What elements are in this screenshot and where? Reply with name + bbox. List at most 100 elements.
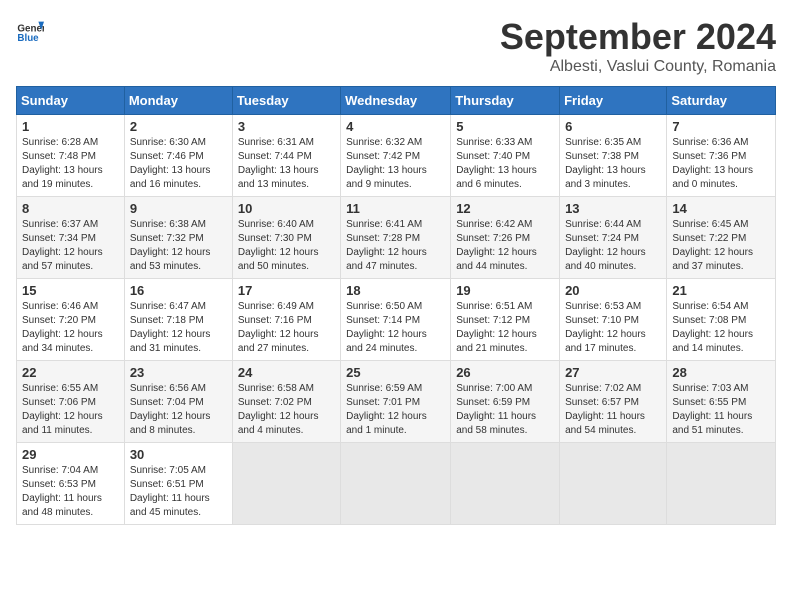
calendar-day-cell: 11 Sunrise: 6:41 AMSunset: 7:28 PMDayligh… — [341, 197, 451, 279]
day-number: 24 — [238, 365, 335, 380]
day-number: 22 — [22, 365, 119, 380]
calendar-week-row: 8 Sunrise: 6:37 AMSunset: 7:34 PMDaylight… — [17, 197, 776, 279]
day-number: 19 — [456, 283, 554, 298]
day-number: 16 — [130, 283, 227, 298]
day-number: 21 — [672, 283, 770, 298]
day-number: 15 — [22, 283, 119, 298]
day-number: 7 — [672, 119, 770, 134]
day-info: Sunrise: 6:41 AMSunset: 7:28 PMDaylight:… — [346, 218, 445, 274]
calendar-day-cell: 24Sunrise: 6:58 AMSunset: 7:02 PMDayligh… — [232, 361, 340, 443]
day-number: 12 — [456, 201, 554, 216]
calendar-day-cell — [341, 443, 451, 525]
calendar-header-row: SundayMondayTuesdayWednesdayThursdayFrid… — [17, 87, 776, 115]
day-number: 5 — [456, 119, 554, 134]
day-number: 18 — [346, 283, 445, 298]
day-number: 10 — [238, 201, 335, 216]
day-info: Sunrise: 7:04 AMSunset: 6:53 PMDaylight:… — [22, 464, 119, 520]
calendar-day-cell — [560, 443, 667, 525]
day-number: 30 — [130, 447, 227, 462]
calendar-day-cell: 22Sunrise: 6:55 AMSunset: 7:06 PMDayligh… — [17, 361, 125, 443]
day-info: Sunrise: 6:28 AMSunset: 7:48 PMDaylight:… — [22, 136, 119, 192]
day-info: Sunrise: 6:56 AMSunset: 7:04 PMDaylight:… — [130, 382, 227, 438]
day-info: Sunrise: 7:03 AMSunset: 6:55 PMDaylight:… — [672, 382, 770, 438]
day-info: Sunrise: 6:49 AMSunset: 7:16 PMDaylight:… — [238, 300, 335, 356]
day-number: 23 — [130, 365, 227, 380]
logo: General Blue — [16, 16, 44, 44]
calendar-day-cell: 6 Sunrise: 6:35 AMSunset: 7:38 PMDaylight… — [560, 115, 667, 197]
day-info: Sunrise: 6:30 AMSunset: 7:46 PMDaylight:… — [130, 136, 227, 192]
calendar-day-cell: 23 Sunrise: 6:56 AMSunset: 7:04 PMDayligh… — [124, 361, 232, 443]
day-info: Sunrise: 6:46 AMSunset: 7:20 PMDaylight:… — [22, 300, 119, 356]
calendar-day-cell: 5 Sunrise: 6:33 AMSunset: 7:40 PMDaylight… — [451, 115, 560, 197]
calendar-week-row: 22Sunrise: 6:55 AMSunset: 7:06 PMDayligh… — [17, 361, 776, 443]
day-info: Sunrise: 6:38 AMSunset: 7:32 PMDaylight:… — [130, 218, 227, 274]
day-info: Sunrise: 6:36 AMSunset: 7:36 PMDaylight:… — [672, 136, 770, 192]
calendar-header-sunday: Sunday — [17, 87, 125, 115]
calendar-week-row: 1Sunrise: 6:28 AMSunset: 7:48 PMDaylight… — [17, 115, 776, 197]
calendar-header-tuesday: Tuesday — [232, 87, 340, 115]
logo-icon: General Blue — [16, 16, 44, 44]
calendar-day-cell: 7 Sunrise: 6:36 AMSunset: 7:36 PMDaylight… — [667, 115, 776, 197]
day-info: Sunrise: 6:45 AMSunset: 7:22 PMDaylight:… — [672, 218, 770, 274]
page-subtitle: Albesti, Vaslui County, Romania — [500, 58, 776, 76]
day-info: Sunrise: 6:32 AMSunset: 7:42 PMDaylight:… — [346, 136, 445, 192]
day-info: Sunrise: 6:40 AMSunset: 7:30 PMDaylight:… — [238, 218, 335, 274]
calendar-day-cell: 29 Sunrise: 7:04 AMSunset: 6:53 PMDayligh… — [17, 443, 125, 525]
day-info: Sunrise: 6:50 AMSunset: 7:14 PMDaylight:… — [346, 300, 445, 356]
day-info: Sunrise: 7:02 AMSunset: 6:57 PMDaylight:… — [565, 382, 661, 438]
day-info: Sunrise: 6:37 AMSunset: 7:34 PMDaylight:… — [22, 218, 119, 274]
calendar-week-row: 15 Sunrise: 6:46 AMSunset: 7:20 PMDayligh… — [17, 279, 776, 361]
calendar-day-cell — [451, 443, 560, 525]
calendar-day-cell: 1Sunrise: 6:28 AMSunset: 7:48 PMDaylight… — [17, 115, 125, 197]
calendar-day-cell: 19 Sunrise: 6:51 AMSunset: 7:12 PMDayligh… — [451, 279, 560, 361]
title-block: September 2024 Albesti, Vaslui County, R… — [500, 16, 776, 76]
calendar-day-cell: 27 Sunrise: 7:02 AMSunset: 6:57 PMDayligh… — [560, 361, 667, 443]
day-info: Sunrise: 6:47 AMSunset: 7:18 PMDaylight:… — [130, 300, 227, 356]
calendar-day-cell: 18 Sunrise: 6:50 AMSunset: 7:14 PMDayligh… — [341, 279, 451, 361]
calendar-day-cell — [232, 443, 340, 525]
day-info: Sunrise: 6:35 AMSunset: 7:38 PMDaylight:… — [565, 136, 661, 192]
calendar-day-cell: 10 Sunrise: 6:40 AMSunset: 7:30 PMDayligh… — [232, 197, 340, 279]
calendar-day-cell: 16 Sunrise: 6:47 AMSunset: 7:18 PMDayligh… — [124, 279, 232, 361]
calendar-day-cell: 25 Sunrise: 6:59 AMSunset: 7:01 PMDayligh… — [341, 361, 451, 443]
calendar-header-saturday: Saturday — [667, 87, 776, 115]
day-info: Sunrise: 6:51 AMSunset: 7:12 PMDaylight:… — [456, 300, 554, 356]
day-number: 13 — [565, 201, 661, 216]
day-number: 8 — [22, 201, 119, 216]
day-number: 14 — [672, 201, 770, 216]
day-number: 29 — [22, 447, 119, 462]
day-info: Sunrise: 6:44 AMSunset: 7:24 PMDaylight:… — [565, 218, 661, 274]
calendar-day-cell: 3Sunrise: 6:31 AMSunset: 7:44 PMDaylight… — [232, 115, 340, 197]
calendar-day-cell: 26 Sunrise: 7:00 AMSunset: 6:59 PMDayligh… — [451, 361, 560, 443]
day-number: 6 — [565, 119, 661, 134]
day-number: 25 — [346, 365, 445, 380]
calendar-day-cell: 15 Sunrise: 6:46 AMSunset: 7:20 PMDayligh… — [17, 279, 125, 361]
calendar-week-row: 29 Sunrise: 7:04 AMSunset: 6:53 PMDayligh… — [17, 443, 776, 525]
day-number: 28 — [672, 365, 770, 380]
day-number: 26 — [456, 365, 554, 380]
day-number: 2 — [130, 119, 227, 134]
day-info: Sunrise: 6:33 AMSunset: 7:40 PMDaylight:… — [456, 136, 554, 192]
calendar-header-friday: Friday — [560, 87, 667, 115]
calendar-table: SundayMondayTuesdayWednesdayThursdayFrid… — [16, 86, 776, 525]
day-number: 17 — [238, 283, 335, 298]
calendar-day-cell: 28 Sunrise: 7:03 AMSunset: 6:55 PMDayligh… — [667, 361, 776, 443]
calendar-day-cell: 12 Sunrise: 6:42 AMSunset: 7:26 PMDayligh… — [451, 197, 560, 279]
calendar-day-cell: 2 Sunrise: 6:30 AMSunset: 7:46 PMDaylight… — [124, 115, 232, 197]
day-info: Sunrise: 6:42 AMSunset: 7:26 PMDaylight:… — [456, 218, 554, 274]
day-info: Sunrise: 6:59 AMSunset: 7:01 PMDaylight:… — [346, 382, 445, 438]
svg-text:Blue: Blue — [17, 33, 39, 44]
calendar-day-cell: 8 Sunrise: 6:37 AMSunset: 7:34 PMDaylight… — [17, 197, 125, 279]
day-number: 27 — [565, 365, 661, 380]
calendar-header-wednesday: Wednesday — [341, 87, 451, 115]
page-header: General Blue September 2024 Albesti, Vas… — [16, 16, 776, 76]
day-number: 9 — [130, 201, 227, 216]
calendar-header-thursday: Thursday — [451, 87, 560, 115]
day-info: Sunrise: 6:54 AMSunset: 7:08 PMDaylight:… — [672, 300, 770, 356]
day-info: Sunrise: 7:05 AMSunset: 6:51 PMDaylight:… — [130, 464, 227, 520]
day-number: 11 — [346, 201, 445, 216]
day-info: Sunrise: 7:00 AMSunset: 6:59 PMDaylight:… — [456, 382, 554, 438]
page-title: September 2024 — [500, 16, 776, 58]
day-info: Sunrise: 6:53 AMSunset: 7:10 PMDaylight:… — [565, 300, 661, 356]
calendar-day-cell: 20Sunrise: 6:53 AMSunset: 7:10 PMDayligh… — [560, 279, 667, 361]
